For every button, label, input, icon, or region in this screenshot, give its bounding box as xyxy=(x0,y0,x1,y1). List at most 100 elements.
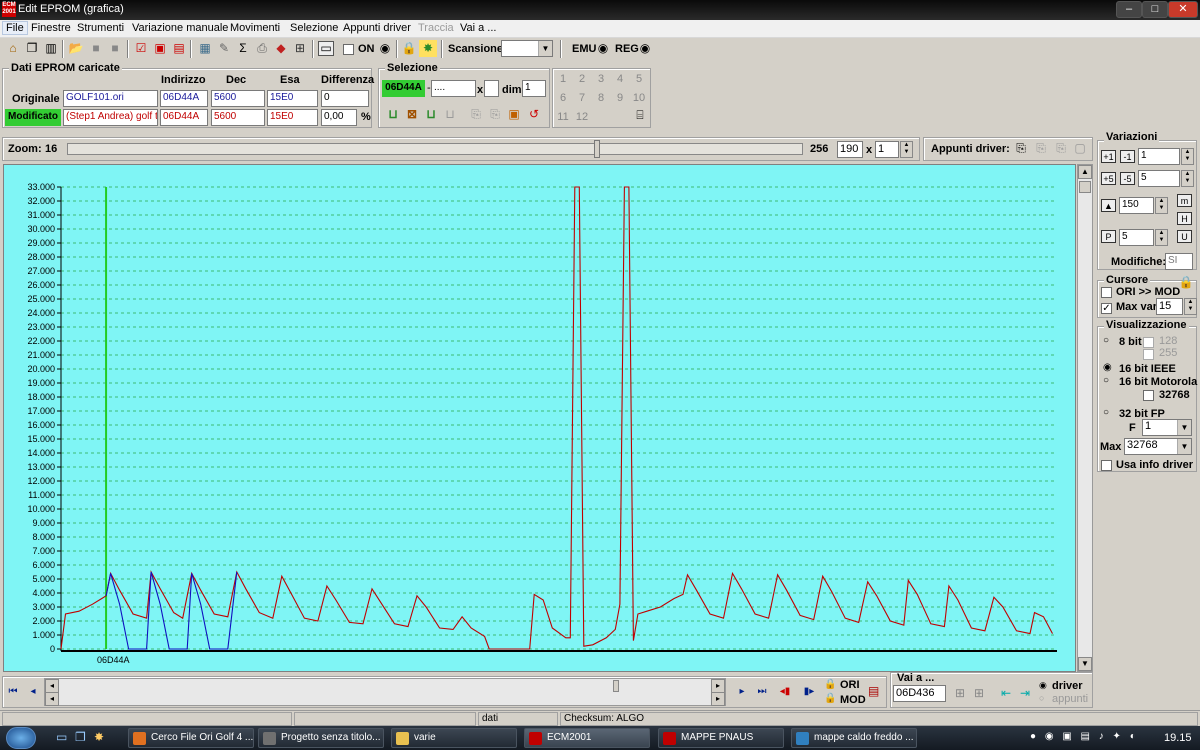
copy-sel-icon[interactable]: ⎘ xyxy=(467,106,485,123)
paste-sel-icon[interactable]: ⎘ xyxy=(486,106,504,123)
zoom-factor-field[interactable]: 1 xyxy=(875,141,899,158)
radio-appunti[interactable]: ○ xyxy=(1039,693,1044,703)
scroll-up-button[interactable]: ▲ xyxy=(1078,165,1092,179)
checklist-icon[interactable]: ▣ xyxy=(151,40,169,57)
reg-target-icon[interactable]: ◉ xyxy=(636,40,654,57)
zoom-slider[interactable] xyxy=(67,140,803,158)
menu-strumenti[interactable]: Strumenti xyxy=(77,22,124,34)
task-0[interactable]: Cerco File Ori Golf 4 ... xyxy=(128,728,254,748)
arrow-left-icon[interactable]: ⇤ xyxy=(997,685,1015,702)
var1-spin[interactable]: ▲ ▼ xyxy=(1181,148,1194,165)
save-as-icon[interactable]: ■ xyxy=(106,40,124,57)
task-3[interactable]: ECM2001 xyxy=(524,728,650,748)
modified-address-field[interactable]: 06D44A xyxy=(160,109,208,126)
original-diff-field[interactable]: 0 xyxy=(321,90,369,107)
menu-traccia[interactable]: Traccia xyxy=(418,22,454,34)
modified-hex-field[interactable]: 15E0 xyxy=(267,109,318,126)
mult-icon[interactable]: m xyxy=(1177,194,1192,207)
percent-up-icon[interactable]: ▲ xyxy=(1101,199,1116,212)
menu-finestre[interactable]: Finestre xyxy=(31,22,71,34)
fill-sel-icon[interactable]: ▣ xyxy=(505,106,523,123)
mark-next-icon[interactable]: ▮▸ xyxy=(800,683,818,701)
selection-end-field[interactable]: .... xyxy=(431,80,476,97)
task-1[interactable]: Progetto senza titolo... xyxy=(258,728,384,748)
ori-button[interactable]: ORI xyxy=(840,679,860,691)
window-icon[interactable]: ▭ xyxy=(318,41,334,56)
dim-field[interactable]: 1 xyxy=(522,80,546,97)
p-icon[interactable]: P xyxy=(1101,230,1116,243)
num-11[interactable]: 11 xyxy=(554,111,572,123)
max-var-spin[interactable]: ▲ ▼ xyxy=(1184,298,1197,315)
modified-dec-field[interactable]: 5600 xyxy=(211,109,265,126)
num-4[interactable]: 4 xyxy=(611,73,629,85)
windows-icon[interactable]: ❐ xyxy=(23,40,41,57)
max-var-checkbox[interactable]: ✓ xyxy=(1101,302,1112,314)
select-clear-icon[interactable]: ⊔ xyxy=(441,106,459,123)
task-4[interactable]: MAPPE PNAUS xyxy=(658,728,784,748)
save-icon[interactable]: ■ xyxy=(87,40,105,57)
tools-icon[interactable]: ✎ xyxy=(215,40,233,57)
clip-paste-icon[interactable]: ⎘ xyxy=(1032,140,1050,157)
hscroll2-left-button[interactable]: ◂ xyxy=(45,692,59,706)
quicklaunch-icon[interactable]: ✸ xyxy=(94,730,104,744)
plus1-icon[interactable]: +1 xyxy=(1101,150,1116,163)
m32768-checkbox[interactable] xyxy=(1143,390,1154,404)
u-icon[interactable]: U xyxy=(1177,230,1192,243)
hscroll-thumb[interactable] xyxy=(613,680,619,692)
undo-sel-icon[interactable]: ↺ xyxy=(525,106,543,123)
num-2[interactable]: 2 xyxy=(573,73,591,85)
original-file-field[interactable]: GOLF101.ori xyxy=(63,90,158,107)
var4-field[interactable]: 5 xyxy=(1119,229,1154,246)
max-var-field[interactable]: 15 xyxy=(1156,298,1183,315)
maximize-button[interactable]: □ xyxy=(1142,1,1168,18)
select-end-icon[interactable]: ⊔ xyxy=(422,106,440,123)
selection-x-field[interactable] xyxy=(484,80,499,97)
goto-left-icon[interactable]: ⊞ xyxy=(951,685,969,702)
next-page-icon[interactable]: ▸ xyxy=(733,683,751,701)
mod-button[interactable]: MOD xyxy=(840,694,866,706)
open-folder-icon[interactable]: 📂 xyxy=(67,40,85,57)
target-icon[interactable]: ◉ xyxy=(376,40,394,57)
task-2[interactable]: varie xyxy=(391,728,517,748)
scansione-select[interactable]: ▼ xyxy=(501,40,553,57)
radio-ieee[interactable]: ◉ xyxy=(1103,362,1112,373)
hscroll-right-button[interactable]: ▸ xyxy=(711,679,725,693)
emu-target-icon[interactable]: ◉ xyxy=(594,40,612,57)
h-icon[interactable]: H xyxy=(1177,212,1192,225)
graph-icon[interactable]: ⊞ xyxy=(291,40,309,57)
radio-motorola[interactable]: ○ xyxy=(1103,375,1109,386)
scroll-thumb[interactable] xyxy=(1079,181,1091,193)
c255-checkbox[interactable] xyxy=(1143,349,1154,363)
var2-field[interactable]: 5 xyxy=(1138,170,1180,187)
zoom-value-field[interactable]: 190 xyxy=(837,141,863,158)
flag-icon[interactable]: ▤ xyxy=(868,684,879,698)
selection-address[interactable]: 06D44A xyxy=(382,80,425,97)
clip-merge-icon[interactable]: ⎘ xyxy=(1052,140,1070,157)
close-button[interactable]: ✕ xyxy=(1168,1,1198,18)
scroll-down-button[interactable]: ▼ xyxy=(1078,657,1092,671)
clip-clear-icon[interactable]: ▢ xyxy=(1071,140,1089,157)
radio-8bit[interactable]: ○ xyxy=(1103,335,1109,346)
task-5[interactable]: mappe caldo freddo ... xyxy=(791,728,917,748)
desktop-icon[interactable]: ▭ xyxy=(56,730,67,744)
last-page-icon[interactable]: ⏭ xyxy=(753,683,771,701)
radio-driver[interactable]: ◉ xyxy=(1039,680,1047,691)
vai-a-field[interactable]: 06D436 xyxy=(893,685,946,702)
var2-spin[interactable]: ▲ ▼ xyxy=(1181,170,1194,187)
print-icon[interactable]: ⎙ xyxy=(253,40,271,57)
menu-file[interactable]: File xyxy=(2,21,28,35)
var1-field[interactable]: 1 xyxy=(1138,148,1180,165)
zoom-slider-thumb[interactable] xyxy=(593,140,600,158)
modified-diff-field[interactable]: 0,00 xyxy=(321,109,357,126)
calculator-icon[interactable]: ▦ xyxy=(196,40,214,57)
num-3[interactable]: 3 xyxy=(592,73,610,85)
num-10[interactable]: 10 xyxy=(630,92,648,104)
plus5-icon[interactable]: +5 xyxy=(1101,172,1116,185)
minus5-icon[interactable]: -5 xyxy=(1120,172,1135,185)
lock-icon[interactable]: 🔒 xyxy=(400,40,418,57)
goto-right-icon[interactable]: ⊞ xyxy=(970,685,988,702)
hscroll2-right-button[interactable]: ▸ xyxy=(711,692,725,706)
num-9[interactable]: 9 xyxy=(611,92,629,104)
modified-file-field[interactable]: (Step1 Andrea) golf tdi xyxy=(63,109,158,126)
start-button[interactable] xyxy=(6,727,36,749)
